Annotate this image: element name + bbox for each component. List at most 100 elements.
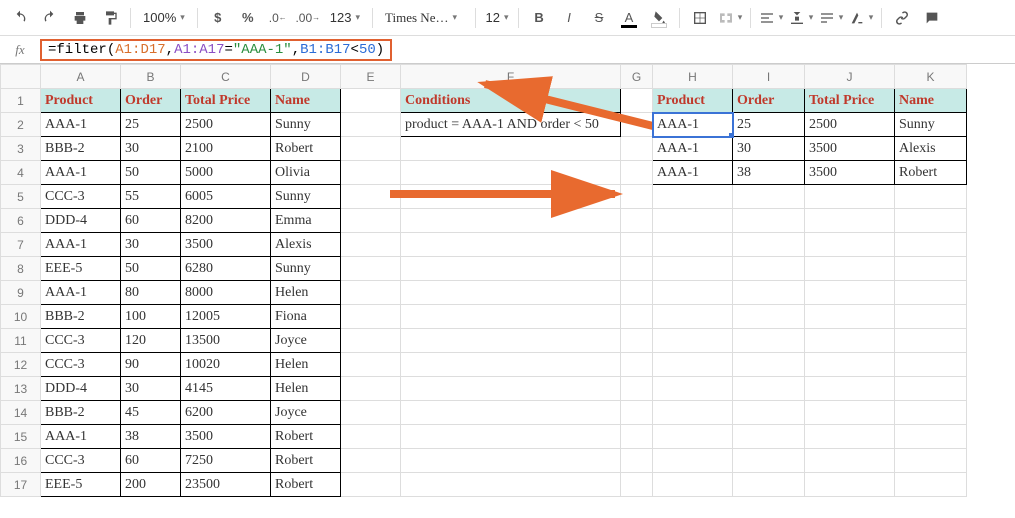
row-header-13[interactable]: 13	[1, 377, 41, 401]
spreadsheet-grid[interactable]: ABCDEFGHIJK1ProductOrderTotal PriceNameC…	[0, 64, 967, 497]
cell-G14[interactable]	[621, 401, 653, 425]
cell-C13[interactable]: 4145	[181, 377, 271, 401]
cell-E5[interactable]	[341, 185, 401, 209]
zoom-select[interactable]: 100%	[137, 4, 191, 32]
cell-A8[interactable]: EEE-5	[41, 257, 121, 281]
cell-B12[interactable]: 90	[121, 353, 181, 377]
formula-input[interactable]: =filter(A1:D17,A1:A17="AAA-1",B1:B17<50)	[40, 39, 392, 61]
cell-E16[interactable]	[341, 449, 401, 473]
cell-J16[interactable]	[805, 449, 895, 473]
cell-K5[interactable]	[895, 185, 967, 209]
cell-K16[interactable]	[895, 449, 967, 473]
col-header-C[interactable]: C	[181, 65, 271, 89]
cell-H15[interactable]	[653, 425, 733, 449]
cell-K6[interactable]	[895, 209, 967, 233]
cell-G2[interactable]	[621, 113, 653, 137]
cell-I15[interactable]	[733, 425, 805, 449]
cell-D3[interactable]: Robert	[271, 137, 341, 161]
cell-H7[interactable]	[653, 233, 733, 257]
cell-C8[interactable]: 6280	[181, 257, 271, 281]
cell-K14[interactable]	[895, 401, 967, 425]
cell-H5[interactable]	[653, 185, 733, 209]
col-header-E[interactable]: E	[341, 65, 401, 89]
cell-K1[interactable]: Name	[895, 89, 967, 113]
cell-A10[interactable]: BBB-2	[41, 305, 121, 329]
cell-D16[interactable]: Robert	[271, 449, 341, 473]
cell-F7[interactable]	[401, 233, 621, 257]
cell-G4[interactable]	[621, 161, 653, 185]
cell-J13[interactable]	[805, 377, 895, 401]
cell-F6[interactable]	[401, 209, 621, 233]
cell-J4[interactable]: 3500	[805, 161, 895, 185]
cell-A15[interactable]: AAA-1	[41, 425, 121, 449]
cell-F16[interactable]	[401, 449, 621, 473]
cell-B13[interactable]: 30	[121, 377, 181, 401]
row-header-17[interactable]: 17	[1, 473, 41, 497]
cell-C9[interactable]: 8000	[181, 281, 271, 305]
cell-K7[interactable]	[895, 233, 967, 257]
cell-J17[interactable]	[805, 473, 895, 497]
col-header-K[interactable]: K	[895, 65, 967, 89]
col-header-I[interactable]: I	[733, 65, 805, 89]
cell-I7[interactable]	[733, 233, 805, 257]
col-header-B[interactable]: B	[121, 65, 181, 89]
row-header-6[interactable]: 6	[1, 209, 41, 233]
cell-D5[interactable]: Sunny	[271, 185, 341, 209]
borders-icon[interactable]	[686, 4, 714, 32]
cell-B8[interactable]: 50	[121, 257, 181, 281]
cell-F12[interactable]	[401, 353, 621, 377]
font-size-select[interactable]: 12	[482, 4, 512, 32]
undo-icon[interactable]	[6, 4, 34, 32]
cell-D8[interactable]: Sunny	[271, 257, 341, 281]
cell-E8[interactable]	[341, 257, 401, 281]
cell-C16[interactable]: 7250	[181, 449, 271, 473]
cell-G5[interactable]	[621, 185, 653, 209]
cell-G9[interactable]	[621, 281, 653, 305]
cell-G7[interactable]	[621, 233, 653, 257]
cell-J15[interactable]	[805, 425, 895, 449]
rotate-icon[interactable]	[847, 4, 875, 32]
cell-E9[interactable]	[341, 281, 401, 305]
cell-B16[interactable]: 60	[121, 449, 181, 473]
col-header-J[interactable]: J	[805, 65, 895, 89]
cell-G10[interactable]	[621, 305, 653, 329]
cell-G17[interactable]	[621, 473, 653, 497]
font-select[interactable]: Times Ne…	[379, 4, 469, 32]
row-header-5[interactable]: 5	[1, 185, 41, 209]
cell-B9[interactable]: 80	[121, 281, 181, 305]
cell-E13[interactable]	[341, 377, 401, 401]
cell-E2[interactable]	[341, 113, 401, 137]
cell-C17[interactable]: 23500	[181, 473, 271, 497]
cell-A6[interactable]: DDD-4	[41, 209, 121, 233]
cell-J12[interactable]	[805, 353, 895, 377]
cell-K8[interactable]	[895, 257, 967, 281]
col-header-A[interactable]: A	[41, 65, 121, 89]
cell-D2[interactable]: Sunny	[271, 113, 341, 137]
cell-K10[interactable]	[895, 305, 967, 329]
cell-E6[interactable]	[341, 209, 401, 233]
merge-icon[interactable]	[716, 4, 744, 32]
redo-icon[interactable]	[36, 4, 64, 32]
cell-G11[interactable]	[621, 329, 653, 353]
bold-icon[interactable]: B	[525, 4, 553, 32]
cell-H6[interactable]	[653, 209, 733, 233]
cell-F1[interactable]: Conditions	[401, 89, 621, 113]
cell-B3[interactable]: 30	[121, 137, 181, 161]
cell-J5[interactable]	[805, 185, 895, 209]
cell-I17[interactable]	[733, 473, 805, 497]
fill-color-icon[interactable]	[645, 4, 673, 32]
italic-icon[interactable]: I	[555, 4, 583, 32]
decrease-decimal-icon[interactable]: .0←	[264, 4, 292, 32]
cell-H16[interactable]	[653, 449, 733, 473]
cell-A5[interactable]: CCC-3	[41, 185, 121, 209]
cell-D9[interactable]: Helen	[271, 281, 341, 305]
cell-F13[interactable]	[401, 377, 621, 401]
cell-C2[interactable]: 2500	[181, 113, 271, 137]
cell-C10[interactable]: 12005	[181, 305, 271, 329]
row-header-11[interactable]: 11	[1, 329, 41, 353]
paint-format-icon[interactable]	[96, 4, 124, 32]
cell-I9[interactable]	[733, 281, 805, 305]
cell-A17[interactable]: EEE-5	[41, 473, 121, 497]
cell-D13[interactable]: Helen	[271, 377, 341, 401]
cell-F15[interactable]	[401, 425, 621, 449]
